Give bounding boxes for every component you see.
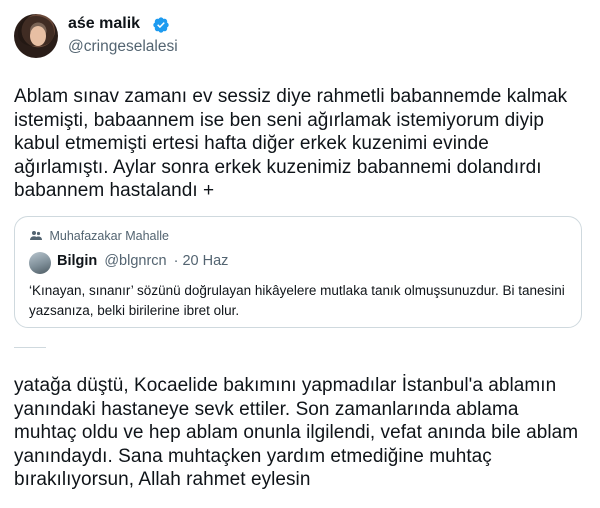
- thread-divider: [14, 347, 46, 348]
- tweet-text: Ablam sınav zamanı ev sessiz diye rahmet…: [14, 86, 568, 202]
- quote-social-context: Muhafazakar Mahalle: [30, 229, 169, 243]
- tweet-header: aśe malik @cringeselalesi: [14, 14, 574, 58]
- quoted-tweet-card[interactable]: Muhafazakar Mahalle Bilgin @blgnrcn · 20…: [14, 216, 582, 328]
- author-display-name[interactable]: aśe malik: [68, 15, 140, 33]
- quote-author-handle[interactable]: @blgnrcn: [104, 253, 166, 269]
- quote-author-line: Bilgin @blgnrcn · 20 Haz: [57, 253, 228, 269]
- people-icon: [30, 231, 42, 240]
- avatar[interactable]: [14, 14, 58, 58]
- quote-author-avatar[interactable]: [29, 252, 51, 274]
- tweet-text-continued: yatağa düştü, Kocaelide bakımını yapmadı…: [14, 375, 579, 491]
- quote-social-context-label: Muhafazakar Mahalle: [49, 229, 169, 243]
- quote-date[interactable]: · 20 Haz: [174, 253, 229, 269]
- verified-badge-icon: [153, 17, 169, 33]
- author-handle[interactable]: @cringeselalesi: [68, 38, 178, 56]
- quote-author-name[interactable]: Bilgin: [57, 253, 97, 269]
- quote-text: ‘Kınayan, sınanır’ sözünü doğrulayan hik…: [29, 283, 565, 318]
